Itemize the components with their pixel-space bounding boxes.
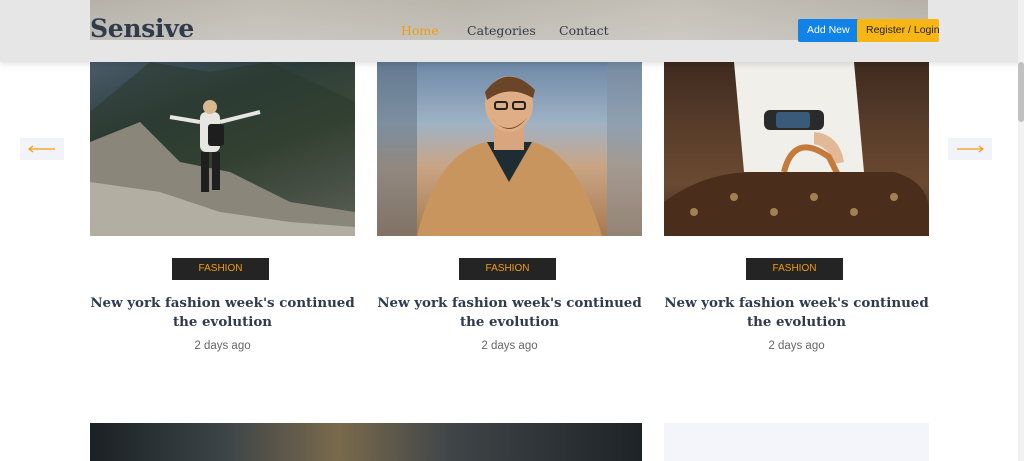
carousel-prev-button[interactable] — [20, 138, 64, 160]
hiker-on-mountain-trail-photo[interactable] — [90, 62, 355, 236]
photo-illustration — [90, 62, 355, 236]
sidebar-widget — [664, 423, 929, 461]
post-card[interactable]: Fashion New york fashion week's continue… — [90, 62, 355, 352]
post-title[interactable]: New york fashion week's continued the ev… — [664, 294, 929, 331]
man-in-camel-coat-photo[interactable] — [377, 62, 642, 236]
post-title[interactable]: New york fashion week's continued the ev… — [90, 294, 355, 331]
post-card[interactable]: Fashion New york fashion week's continue… — [377, 62, 642, 352]
post-card[interactable]: Fashion New york fashion week's continue… — [664, 62, 929, 352]
woman-with-leather-bag-photo[interactable] — [664, 62, 929, 236]
nav-categories[interactable]: Categories — [467, 23, 536, 38]
post-date: 2 days ago — [768, 340, 825, 352]
category-badge[interactable]: Fashion — [172, 258, 269, 280]
post-title[interactable]: New york fashion week's continued the ev… — [377, 294, 642, 331]
category-badge[interactable]: Fashion — [746, 258, 843, 280]
add-new-button[interactable]: Add New — [798, 19, 859, 42]
page-scrollbar[interactable] — [1018, 0, 1024, 461]
category-badge[interactable]: Fashion — [459, 258, 556, 280]
site-logo[interactable]: Sensive — [90, 14, 194, 43]
photo-illustration — [664, 62, 929, 236]
site-header: Sensive Home Categories Contact Add New … — [0, 0, 1024, 62]
arrow-left-icon — [28, 145, 55, 153]
post-date: 2 days ago — [481, 340, 538, 352]
nav-home[interactable]: Home — [401, 23, 439, 38]
register-login-button[interactable]: Register / Login — [857, 19, 940, 42]
post-date: 2 days ago — [194, 340, 251, 352]
scrollbar-thumb[interactable] — [1018, 62, 1024, 122]
nav-contact[interactable]: Contact — [559, 23, 609, 38]
arrow-right-icon — [957, 145, 984, 153]
carousel-next-button[interactable] — [948, 138, 992, 160]
featured-post-photo[interactable] — [90, 423, 642, 461]
photo-illustration — [377, 62, 642, 236]
